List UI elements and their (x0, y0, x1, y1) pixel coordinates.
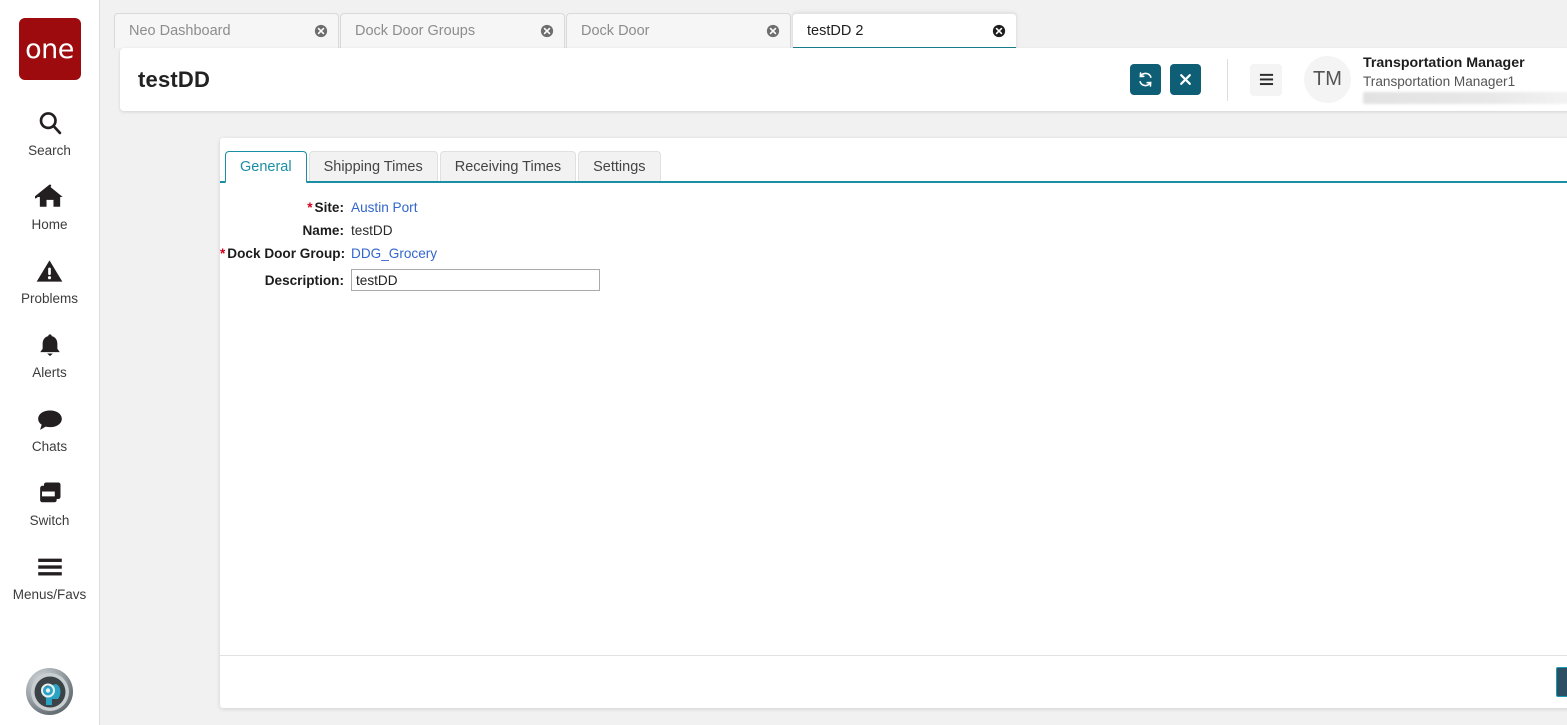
browser-tab[interactable]: Dock Door (566, 13, 791, 48)
sidebar-label-home: Home (31, 217, 68, 232)
dock-door-group-value-link[interactable]: DDG_Grocery (348, 246, 437, 261)
left-sidebar: one Search Home Problems Alerts Chats Sw… (0, 0, 126, 725)
browser-tab[interactable]: Dock Door Groups (340, 13, 565, 48)
user-info: Transportation Manager Transportation Ma… (1363, 54, 1567, 105)
browser-tab[interactable]: Neo Dashboard (114, 13, 339, 48)
form-row-site: * Site: Austin Port (220, 196, 1567, 219)
user-avatar[interactable]: TM (1304, 56, 1351, 103)
name-label: Name: (220, 223, 348, 238)
logo-text: one (25, 33, 74, 65)
tab-receiving-times-label: Receiving Times (454, 158, 562, 175)
sidebar-label-chats: Chats (31, 439, 68, 454)
tab-settings-label: Settings (593, 158, 646, 175)
browser-tab-strip: Neo Dashboard Dock Door Groups Dock Door… (100, 0, 1567, 49)
required-indicator: * (220, 246, 226, 261)
tab-receiving-times[interactable]: Receiving Times (439, 151, 577, 181)
sidebar-item-problems[interactable]: Problems (0, 254, 99, 306)
browser-tab-title: testDD 2 (807, 23, 864, 39)
page-header: testDD TM Transportation Manager Transpo… (120, 48, 1567, 111)
name-value: testDD (351, 223, 393, 238)
chat-bubble-icon (35, 402, 65, 436)
browser-tab-title: Dock Door (581, 23, 650, 39)
description-label: Description: (220, 273, 348, 288)
name-label-text: Name: (302, 223, 344, 238)
refresh-button[interactable] (1130, 64, 1161, 95)
close-icon[interactable] (992, 24, 1006, 38)
sidebar-item-home[interactable]: Home (0, 180, 99, 232)
user-role: Transportation Manager (1363, 54, 1525, 71)
sidebar-label-menus-favs: Menus/Favs (12, 587, 87, 602)
user-name: Transportation Manager1 (1363, 73, 1516, 89)
form-row-description: Description: (220, 265, 1567, 295)
browser-tab-active[interactable]: testDD 2 (792, 13, 1017, 49)
detail-card: General Shipping Times Receiving Times S… (220, 138, 1567, 708)
menu-button[interactable] (1250, 63, 1282, 96)
assistant-avatar-icon[interactable] (26, 668, 73, 715)
close-button[interactable] (1170, 64, 1201, 95)
general-form: * Site: Austin Port Name: testDD * Dock Do… (220, 183, 1567, 655)
search-icon (36, 106, 64, 140)
form-tab-bar: General Shipping Times Receiving Times S… (220, 147, 1567, 183)
sidebar-label-problems: Problems (20, 291, 79, 306)
sidebar-label-switch: Switch (29, 513, 70, 528)
redacted-user-detail (1363, 92, 1567, 105)
tab-settings[interactable]: Settings (578, 151, 661, 181)
tab-general[interactable]: General (225, 151, 307, 183)
content-area: Neo Dashboard Dock Door Groups Dock Door… (100, 0, 1567, 725)
update-button[interactable]: Update (1555, 667, 1567, 697)
tab-general-label: General (240, 159, 292, 175)
dock-door-group-label: * Dock Door Group: (220, 246, 348, 261)
page-title: testDD (138, 66, 211, 92)
close-icon[interactable] (314, 24, 328, 38)
bell-icon (37, 328, 63, 362)
site-label-text: Site: (314, 200, 344, 215)
sidebar-item-switch[interactable]: Switch (0, 476, 126, 528)
browser-tab-title: Dock Door Groups (355, 23, 476, 39)
sidebar-label-search: Search (28, 143, 71, 158)
sidebar-label-alerts: Alerts (32, 365, 67, 380)
sidebar-item-alerts[interactable]: Alerts (0, 328, 99, 380)
close-icon[interactable] (766, 24, 780, 38)
header-divider (1227, 58, 1228, 101)
warning-triangle-icon (35, 254, 64, 288)
form-row-dock-door-group: * Dock Door Group: DDG_Grocery (220, 242, 1567, 265)
form-row-name: Name: testDD (220, 219, 1567, 242)
one-network-logo[interactable]: one (18, 18, 81, 80)
required-indicator: * (307, 200, 313, 215)
card-footer: Update (220, 655, 1567, 708)
hamburger-icon (35, 550, 65, 584)
application-root: one Search Home Problems Alerts Chats Sw… (0, 0, 1567, 725)
site-value-link[interactable]: Austin Port (348, 200, 418, 215)
browser-tab-title: Neo Dashboard (129, 23, 231, 39)
sidebar-item-menus-favs[interactable]: Menus/Favs (0, 550, 99, 602)
close-icon[interactable] (540, 24, 554, 38)
switch-windows-icon (33, 476, 126, 510)
sidebar-item-search[interactable]: Search (0, 106, 99, 158)
site-label: * Site: (220, 200, 348, 215)
user-initials: TM (1313, 68, 1342, 90)
sidebar-item-chats[interactable]: Chats (0, 402, 99, 454)
description-input[interactable] (351, 269, 600, 291)
tab-shipping-times-label: Shipping Times (323, 158, 423, 175)
description-label-text: Description: (264, 272, 344, 288)
home-icon (34, 180, 65, 214)
tab-shipping-times[interactable]: Shipping Times (308, 151, 438, 181)
dock-door-group-label-text: Dock Door Group: (227, 246, 346, 261)
